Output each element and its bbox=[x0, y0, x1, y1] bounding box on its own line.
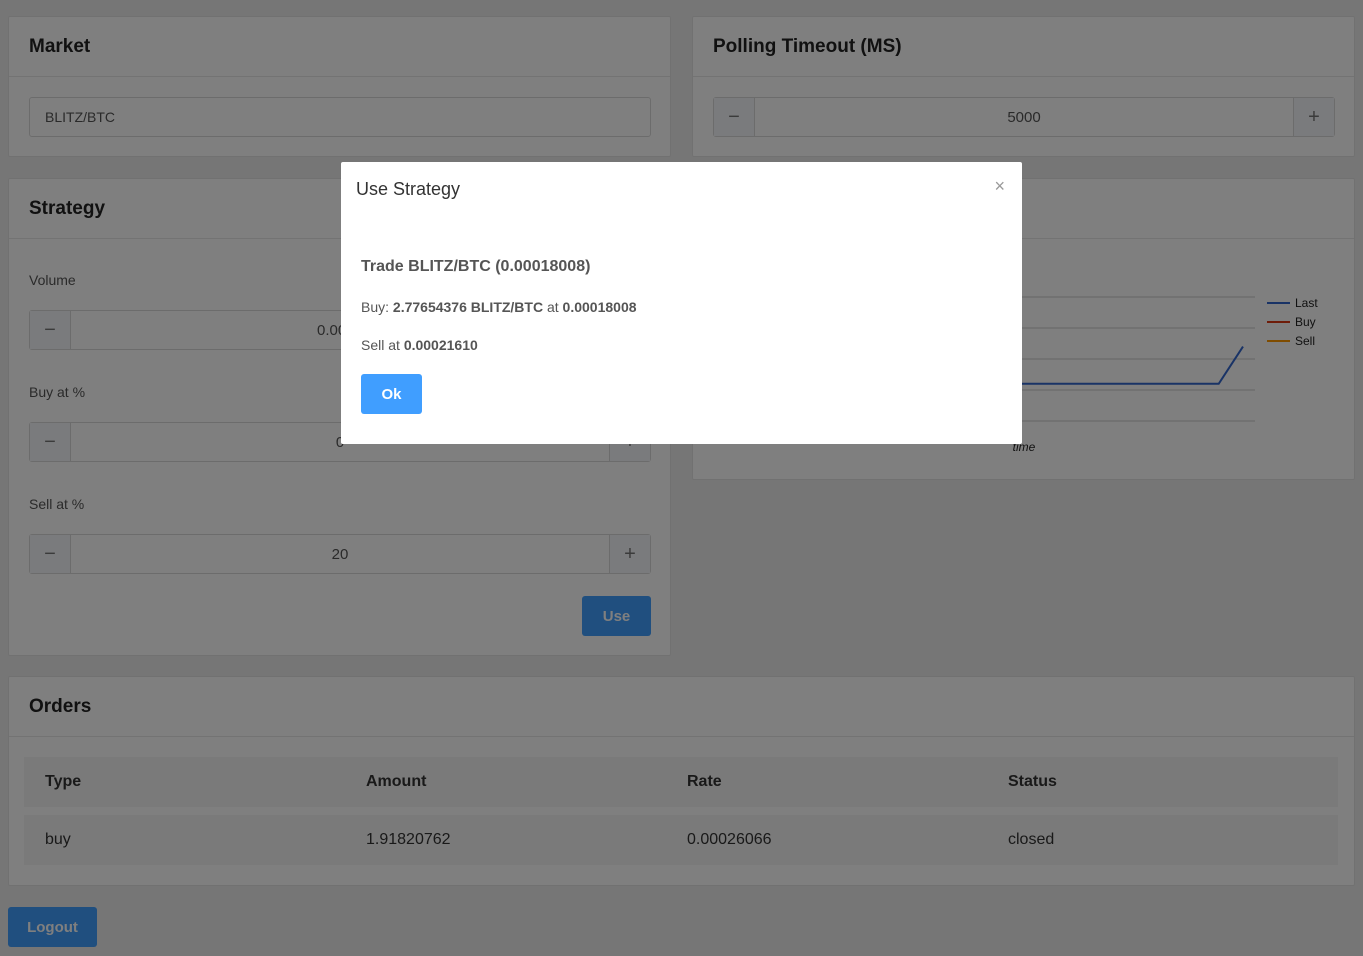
sell-prefix: Sell at bbox=[361, 337, 404, 353]
buy-rate: 0.00018008 bbox=[562, 299, 637, 315]
buy-prefix: Buy: bbox=[361, 299, 393, 315]
sell-summary: Sell at 0.00021610 bbox=[361, 337, 1001, 353]
buy-summary: Buy: 2.77654376 BLITZ/BTC at 0.00018008 bbox=[361, 299, 1001, 315]
dialog-title: Use Strategy bbox=[356, 179, 461, 199]
use-strategy-dialog: Use Strategy × Trade BLITZ/BTC (0.000180… bbox=[341, 162, 1022, 444]
close-icon[interactable]: × bbox=[994, 176, 1005, 197]
trade-heading: Trade BLITZ/BTC (0.00018008) bbox=[361, 258, 591, 275]
buy-amount: 2.77654376 BLITZ/BTC bbox=[392, 299, 544, 315]
ok-button[interactable]: Ok bbox=[361, 374, 422, 414]
sell-rate: 0.00021610 bbox=[403, 337, 478, 353]
dialog-body: Trade BLITZ/BTC (0.00018008) Buy: 2.7765… bbox=[361, 258, 1001, 353]
buy-at-word: at bbox=[543, 299, 563, 315]
modal-overlay[interactable] bbox=[0, 0, 1363, 956]
